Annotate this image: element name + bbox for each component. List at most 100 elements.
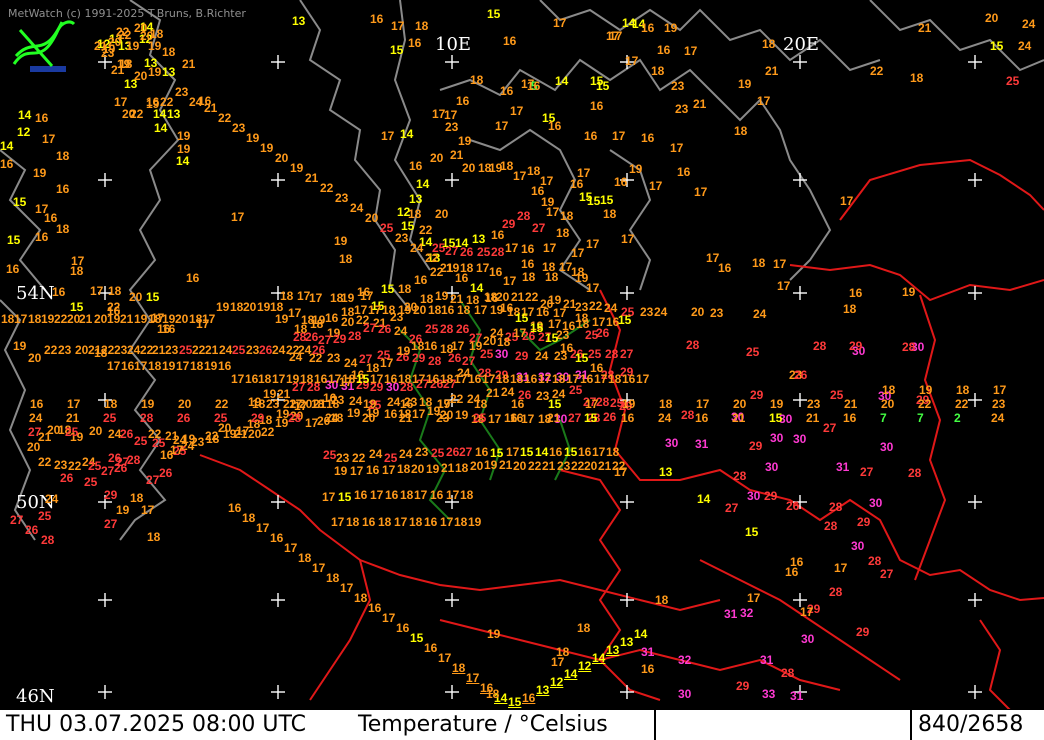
station-temperature: 26: [120, 427, 134, 441]
station-temperature: 17: [513, 326, 527, 340]
station-temperature: 17: [380, 356, 394, 370]
station-temperature: 21: [844, 397, 858, 411]
station-temperature: 18: [1, 312, 15, 326]
station-temperature: 32: [740, 606, 754, 620]
station-temperature: 22: [352, 451, 366, 465]
station-temperature: 20: [275, 151, 289, 165]
station-temperature: 20: [27, 440, 41, 454]
station-temperature: 17: [834, 561, 848, 575]
station-temperature: 19: [484, 458, 498, 472]
station-temperature: 19: [770, 397, 784, 411]
station-temperature: 16: [657, 43, 671, 57]
station-temperature: 19: [33, 166, 47, 180]
station-temperature: 18: [301, 313, 315, 327]
station-temperature: 25: [103, 411, 117, 425]
station-temperature: 17: [585, 397, 599, 411]
station-temperature: 20: [28, 351, 42, 365]
station-temperature: 16: [270, 531, 284, 545]
station-temperature: 30: [869, 496, 883, 510]
station-temperature: 23: [232, 121, 246, 135]
station-temperature: 20: [134, 69, 148, 83]
station-temperature: 17: [176, 359, 190, 373]
station-temperature: 15: [520, 445, 534, 459]
station-temperature: 25: [746, 345, 760, 359]
station-temperature: 17: [577, 166, 591, 180]
station-temperature: 29: [412, 351, 426, 365]
station-temperature: 28: [41, 533, 55, 547]
station-temperature: 28: [293, 330, 307, 344]
station-temperature: 28: [733, 469, 747, 483]
station-temperature: 19: [622, 397, 636, 411]
station-temperature: 16: [362, 515, 376, 529]
station-temperature: 20: [89, 424, 103, 438]
station-temperature: 20: [483, 334, 497, 348]
station-temperature: 17: [505, 241, 519, 255]
station-temperature: 13: [292, 14, 306, 28]
station-temperature: 16: [677, 165, 691, 179]
station-temperature: 18: [651, 64, 665, 78]
station-temperature: 12: [578, 659, 592, 673]
station-temperature: 13: [620, 635, 634, 649]
station-temperature: 21: [120, 312, 134, 326]
station-temperature: 19: [182, 432, 196, 446]
station-temperature: 23: [710, 306, 724, 320]
station-temperature: 18: [527, 164, 541, 178]
station-temperature: 19: [216, 300, 230, 314]
station-temperature: 23: [557, 459, 571, 473]
station-temperature: 17: [454, 372, 468, 386]
station-temperature: 18: [326, 397, 340, 411]
station-temperature: 20: [411, 462, 425, 476]
station-temperature: 16: [500, 84, 514, 98]
station-temperature: 16: [408, 36, 422, 50]
station-temperature: 25: [425, 322, 439, 336]
station-temperature: 18: [603, 207, 617, 221]
station-temperature: 19: [397, 344, 411, 358]
station-temperature: 30: [801, 632, 815, 646]
station-temperature: 15: [356, 372, 370, 386]
lat-label-46n: 46N: [16, 686, 55, 707]
station-temperature: 16: [370, 12, 384, 26]
station-temperature: 18: [150, 27, 164, 41]
station-temperature: 18: [455, 461, 469, 475]
station-temperature: 20: [513, 459, 527, 473]
station-temperature: 18: [148, 359, 162, 373]
station-temperature: 17: [684, 44, 698, 58]
station-temperature: 25: [431, 446, 445, 460]
station-temperature: 16: [475, 445, 489, 459]
status-divider: [910, 710, 912, 740]
station-temperature: 24: [350, 201, 364, 215]
station-temperature: 29: [764, 489, 778, 503]
station-temperature: 16: [718, 261, 732, 275]
station-temperature: 27: [532, 221, 546, 235]
station-temperature: 25: [65, 425, 79, 439]
station-temperature: 16: [503, 34, 517, 48]
station-temperature: 15: [338, 490, 352, 504]
station-temperature: 17: [476, 261, 490, 275]
station-temperature: 30: [678, 687, 692, 701]
station-temperature: 25: [214, 411, 228, 425]
station-temperature: 17: [993, 383, 1007, 397]
station-temperature: 25: [1006, 74, 1020, 88]
station-temperature: 31: [695, 437, 709, 451]
station-temperature: 22: [320, 181, 334, 195]
station-temperature: 20: [691, 305, 705, 319]
station-temperature: 17: [284, 541, 298, 555]
station-temperature: 18: [382, 303, 396, 317]
station-temperature: 18: [734, 124, 748, 138]
station-temperature: 16: [562, 319, 576, 333]
station-temperature: 23: [58, 343, 72, 357]
station-temperature: 32: [678, 653, 692, 667]
station-temperature: 18: [326, 571, 340, 585]
station-temperature: 24: [991, 411, 1005, 425]
station-temperature: 15: [530, 321, 544, 335]
station-temperature: 16: [560, 341, 574, 355]
station-temperature: 20: [94, 312, 108, 326]
station-temperature: 22: [918, 397, 932, 411]
station-temperature: 23: [335, 191, 349, 205]
station-temperature: 25: [830, 388, 844, 402]
station-temperature: 18: [556, 226, 570, 240]
station-temperature: 17: [288, 306, 302, 320]
station-temperature: 26: [25, 523, 39, 537]
station-temperature: 18: [910, 71, 924, 85]
station-temperature: 25: [38, 509, 52, 523]
